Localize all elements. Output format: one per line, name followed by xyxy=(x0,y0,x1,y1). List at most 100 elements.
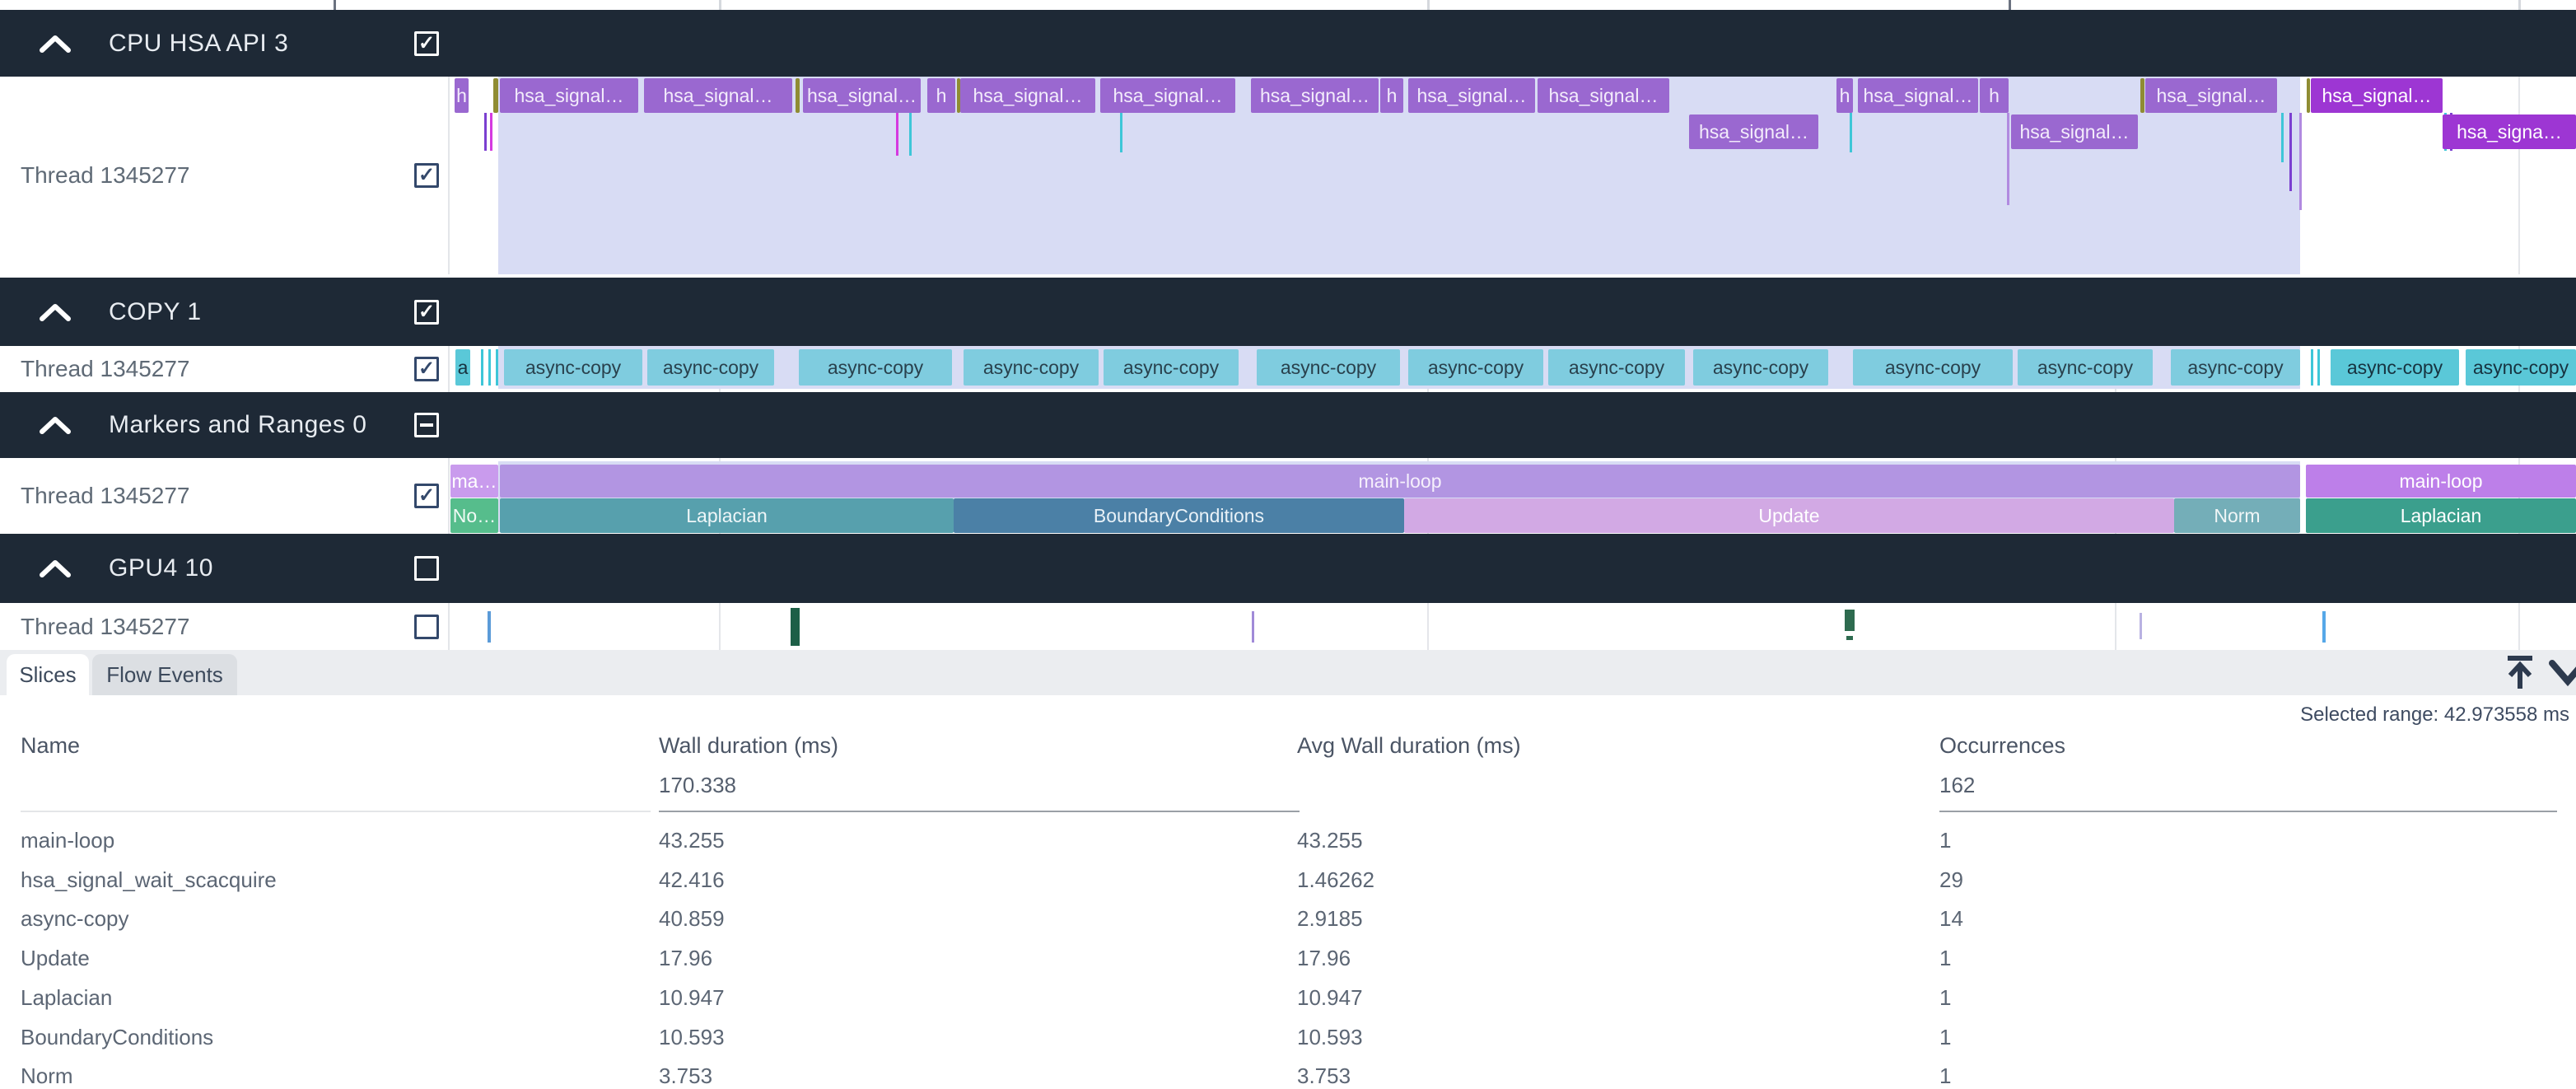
cell-name: Laplacian xyxy=(21,978,112,1017)
thread-label: Thread 1345277 xyxy=(21,614,190,640)
timeline-slice[interactable] xyxy=(2307,78,2310,113)
column-header-avg-wall-duration[interactable]: Avg Wall duration (ms) xyxy=(1297,731,1521,759)
timeline-slice[interactable]: main-loop xyxy=(500,465,2300,498)
timeline-slice[interactable]: hsa_signal… xyxy=(1858,78,1978,113)
timeline-slice[interactable]: a xyxy=(455,349,470,386)
gpu-event-tick[interactable] xyxy=(1252,611,1254,643)
timeline-slice[interactable]: async-copy xyxy=(1408,349,1543,386)
section-checkbox[interactable] xyxy=(414,31,439,56)
timeline-slice[interactable]: hsa_signal… xyxy=(2145,78,2277,113)
timeline-slice[interactable]: async-copy xyxy=(799,349,952,386)
table-row[interactable]: BoundaryConditions10.59310.5931 xyxy=(0,1017,2576,1057)
timeline-slice[interactable]: async-copy xyxy=(964,349,1099,386)
section-checkbox[interactable] xyxy=(414,300,439,325)
timeline-slice[interactable]: Laplacian xyxy=(500,498,954,533)
table-row[interactable]: Update17.9617.961 xyxy=(0,938,2576,978)
slice-marker xyxy=(2317,349,2320,386)
thread-checkbox[interactable] xyxy=(414,615,439,639)
timeline-slice[interactable]: async-copy xyxy=(2466,349,2576,386)
gpu-event-tick[interactable] xyxy=(2140,613,2142,639)
timeline-slice[interactable]: Norm xyxy=(2174,498,2300,533)
gpu-event-tick[interactable] xyxy=(1846,636,1853,640)
thread-label: Thread 1345277 xyxy=(21,162,190,189)
thread-checkbox[interactable] xyxy=(414,484,439,508)
timeline-slice[interactable]: hsa_signa… xyxy=(2443,115,2576,149)
tab-slices[interactable]: Slices xyxy=(7,654,89,695)
timeline-slice[interactable]: async-copy xyxy=(2018,349,2153,386)
timeline-slice[interactable]: ma… xyxy=(450,465,498,498)
timeline-slice[interactable]: main-loop xyxy=(2306,465,2576,498)
timeline-slice[interactable]: hsa_signal… xyxy=(1689,115,1818,149)
ruler-tick xyxy=(1427,0,1430,10)
timeline-slice[interactable]: async-copy xyxy=(1853,349,2013,386)
track-panel: Thread 1345277 xyxy=(0,77,448,274)
table-row[interactable]: main-loop43.25543.2551 xyxy=(0,820,2576,860)
chevron-up-icon[interactable] xyxy=(40,35,71,53)
timeline-slice[interactable]: hsa_signal… xyxy=(2011,115,2138,149)
ruler-tick xyxy=(2009,0,2011,10)
thread-label: Thread 1345277 xyxy=(21,356,190,382)
section-title: Markers and Ranges 0 xyxy=(109,411,367,439)
section-checkbox[interactable] xyxy=(414,413,439,437)
timeline-slice[interactable]: hsa_signal… xyxy=(644,78,792,113)
timeline-slice[interactable]: No… xyxy=(450,498,498,533)
timeline-slice[interactable]: hsa_signal… xyxy=(1538,78,1669,113)
timeline-slice[interactable] xyxy=(493,78,498,113)
cell-avg-wall-duration: 3.753 xyxy=(1297,1056,1351,1089)
section-title: COPY 1 xyxy=(109,298,202,326)
section-header-gpu[interactable]: GPU4 10 xyxy=(0,534,2576,603)
chevron-down-icon[interactable] xyxy=(2548,658,2576,692)
timeline-slice[interactable]: h xyxy=(1380,78,1403,113)
tab-flow-events[interactable]: Flow Events xyxy=(92,654,237,695)
timeline-slice[interactable]: async-copy xyxy=(504,349,642,386)
timeline-slice[interactable]: h xyxy=(1980,78,2009,113)
table-row[interactable]: Laplacian10.94710.9471 xyxy=(0,978,2576,1017)
timeline-slice[interactable]: h xyxy=(1836,78,1853,113)
cell-name: hsa_signal_wait_scacquire xyxy=(21,860,277,900)
chevron-up-icon[interactable] xyxy=(40,303,71,321)
timeline-slice[interactable]: hsa_signal… xyxy=(1251,78,1379,113)
timeline-slice[interactable]: BoundaryConditions xyxy=(954,498,1404,533)
section-header-cpu-hsa-api[interactable]: CPU HSA API 3 xyxy=(0,10,2576,77)
table-row[interactable]: hsa_signal_wait_scacquire42.4161.4626229 xyxy=(0,860,2576,900)
timeline-slice[interactable]: async-copy xyxy=(2171,349,2300,386)
timeline-slice[interactable]: hsa_signal… xyxy=(500,78,638,113)
timeline-slice[interactable]: hsa_signal… xyxy=(1408,78,1535,113)
timeline-slice[interactable]: async-copy xyxy=(1104,349,1239,386)
timeline-slice[interactable]: async-copy xyxy=(1257,349,1400,386)
section-checkbox[interactable] xyxy=(414,556,439,581)
column-header-name[interactable]: Name xyxy=(21,731,80,759)
gpu-event-tick[interactable] xyxy=(791,608,800,646)
chevron-up-icon[interactable] xyxy=(40,416,71,434)
gpu-event-tick[interactable] xyxy=(2322,611,2326,643)
collapse-to-top-icon[interactable] xyxy=(2504,655,2536,695)
timeline-slice[interactable]: hsa_signal… xyxy=(960,78,1095,113)
timeline-slice[interactable]: hsa_signal… xyxy=(2311,78,2443,113)
table-row[interactable]: Norm3.7533.7531 xyxy=(0,1056,2576,1089)
timeline-slice[interactable]: hsa_signal… xyxy=(803,78,921,113)
thread-checkbox[interactable] xyxy=(414,163,439,188)
timeline-slice[interactable]: hsa_signal… xyxy=(1100,78,1235,113)
cell-name: BoundaryConditions xyxy=(21,1017,213,1057)
column-header-occurrences[interactable]: Occurrences xyxy=(1939,731,2065,759)
chevron-up-icon[interactable] xyxy=(40,559,71,577)
section-header-markers[interactable]: Markers and Ranges 0 xyxy=(0,392,2576,458)
timeline-slice[interactable]: Laplacian xyxy=(2306,498,2576,533)
thread-checkbox[interactable] xyxy=(414,357,439,381)
gpu-event-tick[interactable] xyxy=(1845,610,1855,631)
timeline-slice[interactable]: async-copy xyxy=(1548,349,1685,386)
timeline-slice[interactable]: h xyxy=(927,78,955,113)
timeline-slice[interactable]: async-copy xyxy=(1693,349,1828,386)
section-header-copy[interactable]: COPY 1 xyxy=(0,278,2576,346)
cell-avg-wall-duration: 1.46262 xyxy=(1297,860,1374,900)
timeline-slice[interactable]: h xyxy=(455,78,469,113)
gpu-event-tick[interactable] xyxy=(488,611,491,643)
timeline-slice[interactable]: async-copy xyxy=(647,349,774,386)
timeline-slice[interactable]: Update xyxy=(1404,498,2174,533)
table-row[interactable]: async-copy40.8592.918514 xyxy=(0,899,2576,938)
column-header-wall-duration[interactable]: Wall duration (ms) xyxy=(659,731,838,759)
timeline-slice[interactable]: async-copy xyxy=(2331,349,2459,386)
timeline-slice[interactable] xyxy=(796,78,800,113)
timeline-slice[interactable] xyxy=(2140,78,2144,113)
track-panel: Thread 1345277 xyxy=(0,346,448,392)
